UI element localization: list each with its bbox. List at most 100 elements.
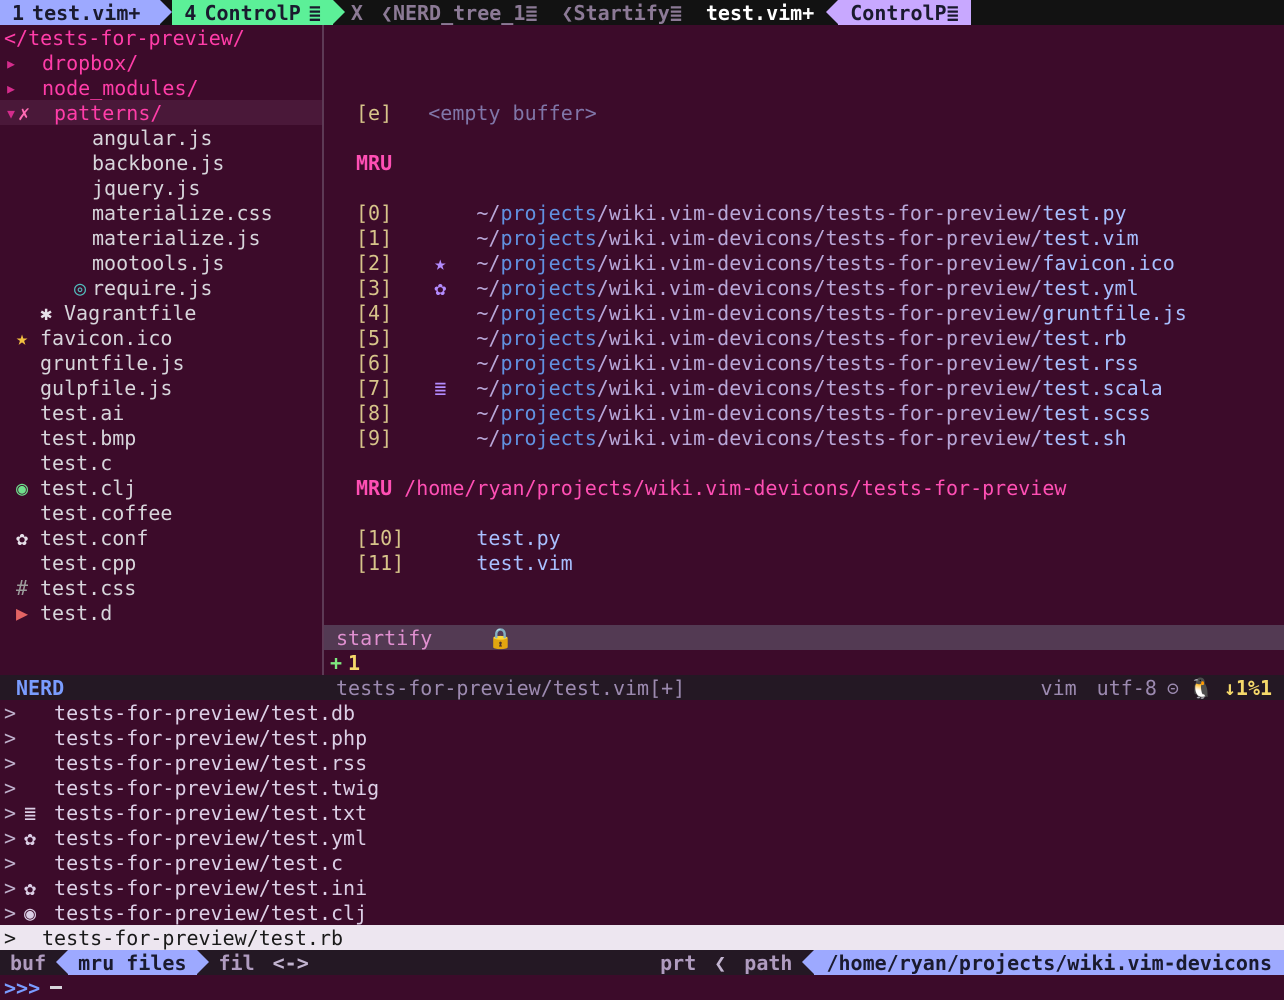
nerdtree-file[interactable]: test.bmp: [0, 425, 322, 450]
mru-filename: test.sh: [1042, 426, 1126, 450]
startify-mru-item[interactable]: [11] test.vim: [356, 550, 1284, 575]
folder-label: dropbox/: [42, 51, 138, 75]
tabline: 1 test.vim+ 4 ControlP ≣ X ❮ NERD_tree_1…: [0, 0, 1284, 25]
ctrlp-path: tests-for-preview/test.ini: [54, 876, 367, 900]
file-label: favicon.ico: [40, 326, 172, 350]
ctrlp-row[interactable]: > tests-for-preview/test.twig: [0, 775, 1284, 800]
nerdtree-file[interactable]: ✿test.conf: [0, 525, 322, 550]
ctrlp-path: tests-for-preview/test.rss: [54, 751, 367, 775]
close-tab-button[interactable]: X: [345, 0, 369, 25]
file-label: test.coffee: [40, 501, 172, 525]
mru-cwd-heading: MRU: [356, 476, 392, 500]
ctrlp-row[interactable]: >✿ tests-for-preview/test.yml: [0, 825, 1284, 850]
startify-mru-item[interactable]: [4] ~/projects/wiki.vim-devicons/tests-f…: [356, 300, 1284, 325]
chevron-down-icon: ▾: [4, 101, 18, 125]
nerdtree-file[interactable]: materialize.css: [0, 200, 322, 225]
ctrlp-row-selected[interactable]: > tests-for-preview/test.rb: [0, 925, 1284, 950]
caret-icon: >: [4, 926, 18, 950]
nerdtree-file[interactable]: ◎ require.js: [0, 275, 322, 300]
nerdtree-file[interactable]: materialize.js: [0, 225, 322, 250]
nerdtree-file[interactable]: angular.js: [0, 125, 322, 150]
ctrlp-row[interactable]: > tests-for-preview/test.rss: [0, 750, 1284, 775]
nerdtree-folder-patterns[interactable]: ▾ ✗ patterns/: [0, 100, 322, 125]
startify-mru-item[interactable]: [1] ~/projects/wiki.vim-devicons/tests-f…: [356, 225, 1284, 250]
startify-mru-item[interactable]: [8] ~/projects/wiki.vim-devicons/tests-f…: [356, 400, 1284, 425]
ctrlp-row[interactable]: >◉ tests-for-preview/test.clj: [0, 900, 1284, 925]
separator-icon: [197, 950, 209, 974]
status-left: NERD: [0, 676, 324, 700]
buffer-nerdtree[interactable]: ❮ NERD_tree_1 ≣: [369, 0, 550, 25]
ctrlp-row[interactable]: >≣ tests-for-preview/test.txt: [0, 800, 1284, 825]
startify-mru-item[interactable]: [2] ★ ~/projects/wiki.vim-devicons/tests…: [356, 250, 1284, 275]
file-label: require.js: [92, 276, 212, 300]
ctrlp-row[interactable]: > tests-for-preview/test.php: [0, 725, 1284, 750]
list-icon: ≣: [670, 1, 682, 25]
startify-mru-item[interactable]: [3] ✿ ~/projects/wiki.vim-devicons/tests…: [356, 275, 1284, 300]
buffer-controlp[interactable]: ControlP ≣: [838, 0, 970, 25]
startify-mru-item[interactable]: [10] test.py: [356, 525, 1284, 550]
nerdtree-file[interactable]: test.coffee: [0, 500, 322, 525]
line-number: 1: [348, 651, 360, 675]
tab-2-active[interactable]: 4 ControlP ≣: [172, 0, 332, 25]
ctrlp-mode-buf[interactable]: buf: [0, 950, 56, 975]
startify-panel[interactable]: [e] <empty buffer> MRU [0] ~/projects/wi…: [324, 25, 1284, 675]
prompt-symbol: >>>: [4, 976, 40, 1000]
ctrlp-prompt[interactable]: >>>: [0, 975, 1284, 1000]
nerdtree-file[interactable]: mootools.js: [0, 250, 322, 275]
ctrlp-mode-mru-active[interactable]: mru files: [68, 950, 196, 975]
ctrlp-mode-fil[interactable]: fil: [209, 950, 265, 975]
startify-mru-item[interactable]: [9] ~/projects/wiki.vim-devicons/tests-f…: [356, 425, 1284, 450]
tab-1[interactable]: 1 test.vim+: [0, 0, 160, 25]
nerdtree-file[interactable]: ◉test.clj: [0, 475, 322, 500]
nerdtree-panel[interactable]: </tests-for-preview/ ▸ dropbox/▸ node_mo…: [0, 25, 324, 675]
nerdtree-file[interactable]: backbone.js: [0, 150, 322, 175]
caret-icon: >: [4, 751, 18, 775]
ctrlp-row[interactable]: >✿ tests-for-preview/test.ini: [0, 875, 1284, 900]
folder-label: node_modules/: [42, 76, 199, 100]
window-statusline: NERD tests-for-preview/test.vim[+] vim u…: [0, 675, 1284, 700]
startify-empty[interactable]: [e] <empty buffer>: [356, 100, 1284, 125]
startify-mru-item[interactable]: [6] ~/projects/wiki.vim-devicons/tests-f…: [356, 350, 1284, 375]
nerdtree-root[interactable]: </tests-for-preview/: [4, 26, 245, 50]
nerdtree-folder[interactable]: ▸ node_modules/: [0, 75, 322, 100]
nerdtree-file[interactable]: test.cpp: [0, 550, 322, 575]
nerdtree-file[interactable]: ▶test.d: [0, 600, 322, 625]
status-filetype: vim: [1041, 676, 1077, 700]
file-icon: ≣: [428, 376, 452, 400]
nerdtree-file[interactable]: jquery.js: [0, 175, 322, 200]
linux-icon: 🐧: [1189, 676, 1214, 700]
file-icon: #: [4, 576, 40, 600]
startify-statusline: startify 🔒 + 1: [324, 625, 1284, 675]
mru-cwd-path: /home/ryan/projects/wiki.vim-devicons/te…: [404, 476, 1066, 500]
startify-mru-item[interactable]: [7] ≣ ~/projects/wiki.vim-devicons/tests…: [356, 375, 1284, 400]
separator-icon: [802, 950, 814, 974]
nerdtree-file[interactable]: gulpfile.js: [0, 375, 322, 400]
file-label: mootools.js: [92, 251, 224, 275]
ctrlp-path: tests-for-preview/test.yml: [54, 826, 367, 850]
file-icon: ✿: [4, 526, 40, 550]
nerdtree-folder[interactable]: ▸ dropbox/: [0, 50, 322, 75]
nerdtree-file[interactable]: ✱ Vagrantfile: [0, 300, 322, 325]
file-icon: ◉: [4, 476, 40, 500]
file-label: test.c: [40, 451, 112, 475]
list-icon: ≣: [525, 1, 537, 25]
nerdtree-file[interactable]: test.ai: [0, 400, 322, 425]
ctrlp-row[interactable]: > tests-for-preview/test.db: [0, 700, 1284, 725]
nerdtree-file[interactable]: ★favicon.ico: [0, 325, 322, 350]
ctrlp-path: tests-for-preview/test.clj: [54, 901, 367, 925]
startify-mru-item[interactable]: [0] ~/projects/wiki.vim-devicons/tests-f…: [356, 200, 1284, 225]
circle-icon: ⊝: [1167, 676, 1179, 700]
caret-icon: >: [4, 776, 18, 800]
file-icon: ★: [4, 326, 40, 350]
mru-filename: test.scss: [1042, 401, 1150, 425]
buffer-testvim[interactable]: test.vim+: [694, 0, 826, 25]
buffer-startify[interactable]: ❮ Startify ≣: [549, 0, 693, 25]
file-icon: ✿: [428, 276, 452, 300]
nerdtree-file[interactable]: #test.css: [0, 575, 322, 600]
plus-icon: +: [330, 651, 342, 675]
nerdtree-file[interactable]: gruntfile.js: [0, 350, 322, 375]
nerdtree-file[interactable]: test.c: [0, 450, 322, 475]
ctrlp-row[interactable]: > tests-for-preview/test.c: [0, 850, 1284, 875]
startify-mru-item[interactable]: [5] ~/projects/wiki.vim-devicons/tests-f…: [356, 325, 1284, 350]
ctrlp-results[interactable]: > tests-for-preview/test.db> tests-for-p…: [0, 700, 1284, 950]
